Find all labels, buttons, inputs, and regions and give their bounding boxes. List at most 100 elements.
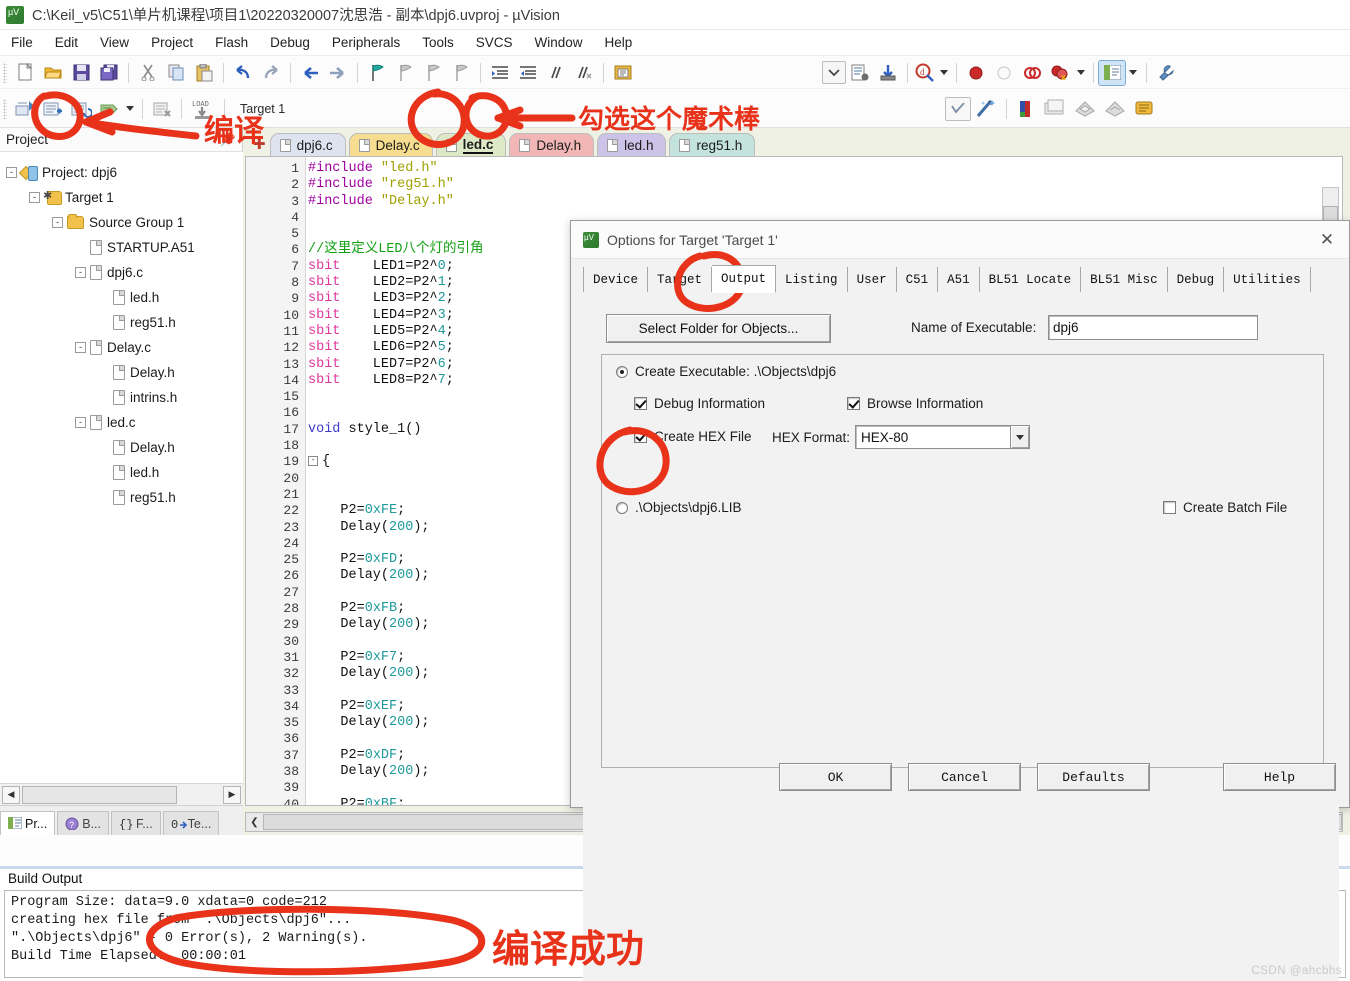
debug-information-option[interactable]: Debug Information [634,396,765,411]
tree-expander-icon[interactable]: - [75,417,86,428]
editor-tab[interactable]: led.c [435,133,507,156]
build-icon[interactable] [39,96,67,122]
editor-tab[interactable]: led.h [597,133,667,156]
open-folder-window-icon[interactable] [609,60,637,86]
project-window-icon[interactable] [1040,96,1070,122]
dialog-tab[interactable]: Utilities [1224,267,1311,292]
project-tree-hscrollbar[interactable]: ◀ ▶ [0,783,243,805]
dialog-tab[interactable]: Listing [776,267,848,292]
new-file-icon[interactable] [11,60,39,86]
bookmark-clear-icon[interactable] [447,60,475,86]
menu-edit[interactable]: Edit [44,33,89,52]
dialog-tab[interactable]: User [847,267,897,292]
batch-build-icon[interactable] [95,96,123,122]
save-icon[interactable] [67,60,95,86]
create-executable-option[interactable]: Create Executable: .\Objects\dpj6 [616,364,836,379]
dialog-tab[interactable]: A51 [938,267,980,292]
dialog-tab[interactable]: Target [648,267,713,292]
pin-icon[interactable]: 📌 [220,132,236,148]
hex-format-select[interactable]: HEX-80 [855,425,1030,449]
tree-item[interactable]: reg51.h [6,485,243,510]
create-hex-file-checkbox[interactable] [634,430,647,443]
breakpoint-clear-icon[interactable]: x [1046,60,1074,86]
translate-icon[interactable] [11,96,39,122]
breakpoint-kill-icon[interactable] [1018,60,1046,86]
undo-icon[interactable] [229,60,257,86]
manage-window-icon[interactable] [1098,59,1126,86]
project-panel-tab[interactable]: ? B... [57,811,109,835]
comment-icon[interactable] [542,60,570,86]
browse-information-checkbox[interactable] [847,397,860,410]
name-of-executable-field[interactable]: dpj6 [1048,315,1258,340]
menu-project[interactable]: Project [140,33,204,52]
create-batch-file-checkbox[interactable] [1163,501,1176,514]
outdent-icon[interactable] [514,60,542,86]
tree-item[interactable]: - Project: dpj6 [6,160,243,185]
scroll-right-icon[interactable]: ▶ [223,785,241,804]
menu-file[interactable]: File [0,33,44,52]
manage-run-time-icon[interactable] [1100,96,1130,122]
scroll-left-icon[interactable]: ◀ [2,785,20,804]
defaults-button[interactable]: Defaults [1037,763,1150,791]
breakpoint-disable-icon[interactable] [990,60,1018,86]
create-batch-file-option[interactable]: Create Batch File [1163,500,1287,515]
tree-expander-icon[interactable]: - [6,167,17,178]
download-icon[interactable]: LOAD [187,96,219,122]
pin-icon[interactable]: ✚ [253,135,266,153]
project-panel-tab[interactable]: {} F... [111,811,161,835]
menu-help[interactable]: Help [594,33,644,52]
editor-tab-bar[interactable]: ✚ dpj6.c Delay.c led.c Delay.h led.h reg51.h [243,128,1350,156]
create-library-radio[interactable] [616,501,628,514]
manage-components-icon[interactable] [1070,96,1100,122]
close-icon[interactable]: ✕ [1315,229,1339,251]
open-file-icon[interactable] [39,60,67,86]
project-panel-tab[interactable]: 0 Te... [162,811,220,835]
copy-icon[interactable] [162,60,190,86]
debug-information-checkbox[interactable] [634,397,647,410]
navigate-forward-icon[interactable] [324,60,352,86]
scroll-left-icon[interactable]: ❮ [246,814,263,830]
uncomment-icon[interactable] [570,60,598,86]
tree-item[interactable]: Delay.h [6,435,243,460]
tree-item[interactable]: - Target 1 [6,185,243,210]
dialog-tab[interactable]: BL51 Locate [979,267,1082,292]
chevron-down-icon[interactable] [1010,426,1029,448]
redo-icon[interactable] [257,60,285,86]
breakpoint-icon[interactable] [962,60,990,86]
rebuild-icon[interactable] [67,96,95,122]
menu-tools[interactable]: Tools [411,33,465,52]
cut-icon[interactable] [134,60,162,86]
tree-item[interactable]: STARTUP.A51 [6,235,243,260]
tree-item[interactable]: - led.c [6,410,243,435]
bookmark-next-icon[interactable] [419,60,447,86]
configure-icon[interactable] [874,60,902,86]
stop-build-icon[interactable] [148,96,176,122]
toolbar-grip[interactable] [3,98,7,119]
menu-flash[interactable]: Flash [204,33,259,52]
tree-expander-icon[interactable]: - [75,342,86,353]
find-dropdown-icon[interactable] [937,60,951,86]
create-hex-file-option[interactable]: Create HEX File [634,429,752,444]
target-options-check-icon[interactable] [945,96,971,121]
project-panel-tab[interactable]: Pr... [0,811,56,835]
batch-build-dropdown-icon[interactable] [123,96,137,122]
menu-svcs[interactable]: SVCS [465,33,524,52]
help-button[interactable]: Help [1223,763,1336,791]
magic-wand-icon[interactable] [971,96,1001,122]
toolbar-grip[interactable] [3,62,7,83]
editor-tab[interactable]: Delay.h [509,133,595,156]
tree-item[interactable]: - dpj6.c [6,260,243,285]
insert-file-icon[interactable] [846,60,874,86]
project-panel-tabs[interactable]: Pr...? B... {} F... 0 Te... [0,805,243,835]
menu-view[interactable]: View [89,33,140,52]
paste-icon[interactable] [190,60,218,86]
select-folder-for-objects-button[interactable]: Select Folder for Objects... [606,314,831,343]
menu-peripherals[interactable]: Peripherals [321,33,411,52]
tree-item[interactable]: led.h [6,285,243,310]
dropdown-icon[interactable] [822,61,846,84]
tree-expander-icon[interactable]: - [52,217,63,228]
tree-item[interactable]: led.h [6,460,243,485]
fold-toggle-icon[interactable]: - [308,455,318,466]
tree-item[interactable]: - Delay.c [6,335,243,360]
tree-item[interactable]: intrins.h [6,385,243,410]
